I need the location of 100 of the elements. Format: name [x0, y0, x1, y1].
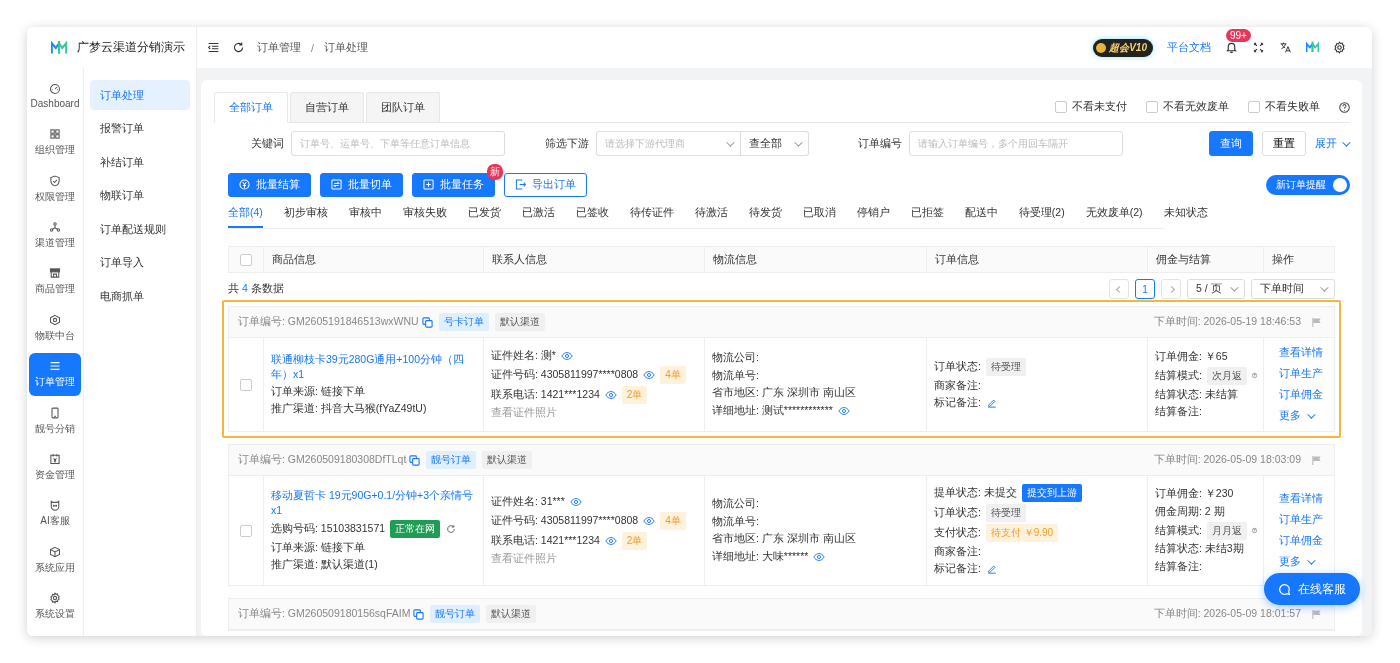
eye-icon[interactable] [643, 515, 656, 526]
checkbox-label[interactable]: 不看未支付 [1072, 100, 1127, 114]
nav-item[interactable]: 商品管理 [29, 260, 81, 304]
status-tab[interactable]: 全部(4) [228, 206, 263, 228]
submenu-item[interactable]: 订单导入 [90, 247, 190, 278]
menu-fold-icon[interactable] [207, 41, 220, 54]
eye-icon[interactable] [569, 496, 582, 507]
status-tab[interactable]: 审核中 [348, 206, 382, 228]
operation-link[interactable]: 订单生产 [1279, 513, 1330, 527]
sort-select[interactable]: 下单时间 [1251, 279, 1335, 299]
more-link[interactable]: 更多 [1279, 555, 1330, 569]
status-tab[interactable]: 已发货 [467, 206, 501, 228]
batch-action-button[interactable]: 批量切单 [320, 172, 403, 197]
nav-item[interactable]: Dashboard [29, 75, 81, 118]
eye-icon[interactable] [837, 405, 850, 416]
batch-action-button[interactable]: 批量结算 [228, 172, 311, 197]
new-order-alert-switch[interactable]: 新订单提醒 [1266, 174, 1350, 195]
checkbox-label[interactable]: 不看失败单 [1265, 100, 1320, 114]
flag-icon[interactable] [1311, 608, 1322, 620]
nav-item[interactable]: AI客服 [29, 492, 81, 536]
status-tab[interactable]: 停销户 [856, 206, 890, 228]
nav-item[interactable]: 资金管理 [29, 446, 81, 489]
operation-link[interactable]: 查看详情 [1279, 492, 1330, 506]
status-tab[interactable]: 配送中 [964, 206, 998, 228]
checkbox[interactable] [1146, 101, 1158, 113]
checkbox-label[interactable]: 不看无效废单 [1163, 100, 1229, 114]
submenu-item[interactable]: 报警订单 [90, 113, 190, 144]
status-tab[interactable]: 待发货 [748, 206, 782, 228]
status-tab[interactable]: 待激活 [694, 206, 728, 228]
nav-item[interactable]: 物联中台 [29, 306, 81, 350]
copy-icon[interactable] [421, 316, 433, 328]
order-card[interactable] [222, 300, 1341, 438]
product-link[interactable]: 联通柳枝卡39元280G通用+100分钟（四年）x1 [271, 351, 477, 383]
nav-item[interactable]: 渠道管理 [29, 214, 81, 257]
bell-icon[interactable] [1225, 41, 1238, 54]
submenu-item[interactable]: 物联订单 [90, 180, 190, 211]
operation-link[interactable]: 订单佣金 [1279, 388, 1330, 402]
operation-link[interactable]: 查看详情 [1279, 346, 1330, 360]
refresh-icon[interactable] [232, 41, 245, 54]
eye-icon[interactable] [604, 535, 617, 546]
more-link[interactable]: 更多 [1279, 409, 1330, 423]
translate-icon[interactable] [1279, 41, 1292, 54]
checkbox[interactable] [1248, 101, 1260, 113]
nav-item[interactable]: 组织管理 [29, 121, 81, 164]
scope-select[interactable]: 查全部 [741, 131, 809, 156]
submenu-item[interactable]: 电商抓单 [90, 281, 190, 311]
nav-item[interactable]: 权限管理 [29, 167, 81, 211]
flag-icon[interactable] [1311, 454, 1322, 466]
copy-icon[interactable] [413, 608, 425, 620]
order-tab[interactable]: 全部订单 [214, 92, 288, 123]
nav-item[interactable]: 系统设置 [29, 585, 81, 628]
submenu-item[interactable]: 订单处理 [90, 80, 190, 110]
submit-upstream-button[interactable]: 提交到上游 [1021, 484, 1082, 502]
operation-link[interactable]: 订单佣金 [1279, 534, 1330, 548]
help-icon[interactable] [1339, 101, 1350, 113]
fullscreen-icon[interactable] [1252, 41, 1265, 54]
nav-item[interactable]: 靓号分销 [29, 399, 81, 443]
status-tab[interactable]: 无效废单(2) [1085, 206, 1143, 228]
edit-icon[interactable] [985, 398, 998, 409]
expand-link[interactable]: 展开 [1315, 136, 1348, 151]
query-button[interactable]: 查询 [1209, 131, 1253, 156]
submenu-item[interactable]: 订单配送规则 [90, 214, 190, 244]
status-tab[interactable]: 审核失败 [402, 206, 447, 228]
flag-icon[interactable] [1311, 316, 1322, 328]
status-tab[interactable]: 待传证件 [629, 206, 674, 228]
status-tab[interactable]: 未知状态 [1163, 206, 1208, 228]
select-all-checkbox[interactable] [240, 253, 252, 266]
row-checkbox[interactable] [240, 524, 252, 537]
status-tab[interactable]: 待受理(2) [1018, 206, 1065, 228]
page-number[interactable]: 1 [1135, 279, 1155, 299]
submenu-item[interactable]: 补结订单 [90, 147, 190, 177]
page-size-select[interactable]: 5 / 页 [1187, 279, 1245, 299]
copy-icon[interactable] [409, 454, 421, 466]
breadcrumb-item[interactable]: 订单处理 [323, 40, 368, 55]
order-tab[interactable]: 团队订单 [366, 92, 440, 122]
logo-icon[interactable] [1306, 41, 1319, 54]
breadcrumb-item[interactable]: 订单管理 [257, 40, 301, 55]
settings-icon[interactable] [1333, 41, 1346, 54]
batch-action-button[interactable]: 导出订单 [504, 172, 587, 197]
product-link[interactable]: 移动夏哲卡 19元90G+0.1/分钟+3个亲情号 x1 [271, 487, 477, 519]
eye-icon[interactable] [813, 551, 826, 562]
docs-link[interactable]: 平台文档 [1167, 40, 1211, 55]
status-tab[interactable]: 已激活 [521, 206, 555, 228]
checkbox[interactable] [1055, 101, 1067, 113]
eye-icon[interactable] [560, 350, 573, 361]
order-tab[interactable]: 自营订单 [290, 92, 364, 122]
status-tab[interactable]: 初步审核 [283, 206, 328, 228]
reset-button[interactable]: 重置 [1262, 131, 1306, 156]
status-tab[interactable]: 已取消 [802, 206, 836, 228]
vip-badge[interactable]: 超会V10 [1093, 38, 1153, 57]
operation-link[interactable]: 订单生产 [1279, 367, 1330, 381]
status-tab[interactable]: 已签收 [575, 206, 609, 228]
edit-icon[interactable] [985, 564, 998, 575]
status-tab[interactable]: 已拒签 [910, 206, 944, 228]
row-checkbox[interactable] [240, 378, 252, 391]
nav-item[interactable]: 系统应用 [29, 538, 81, 582]
eye-icon[interactable] [604, 389, 617, 400]
nav-item[interactable]: 订单管理 [29, 353, 81, 396]
eye-icon[interactable] [643, 369, 656, 380]
online-support-button[interactable]: 在线客服 [1264, 573, 1360, 605]
